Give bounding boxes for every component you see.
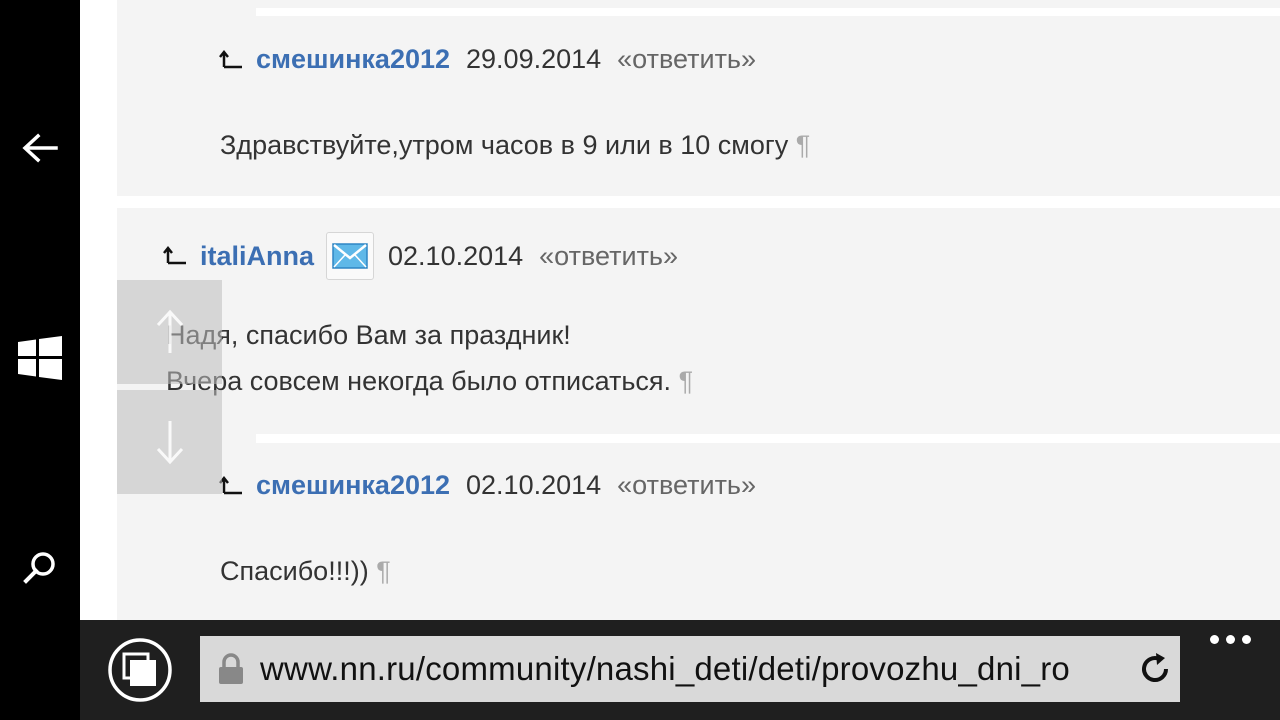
address-bar[interactable]: www.nn.ru/community/nashi_deti/deti/prov… [200, 636, 1180, 702]
scroll-down-button[interactable] [117, 390, 222, 494]
comment-date: 29.09.2014 [466, 44, 602, 74]
arrow-down-icon [156, 421, 183, 465]
comment-header: смешинка2012 29.09.2014 «ответить» [218, 44, 756, 75]
send-message-button[interactable] [326, 232, 375, 280]
comment-date: 02.10.2014 [466, 470, 602, 500]
comment-text: Спасибо!!!)) ¶ [220, 556, 391, 587]
comment-author[interactable]: смешинка2012 [256, 470, 450, 501]
reply-link[interactable]: «ответить» [617, 44, 756, 75]
comment-text-line: Вчера совсем некогда было отписаться. ¶ [166, 366, 693, 397]
comment-date: 02.10.2014 [388, 240, 524, 271]
comment-header: italiAnna 02.10.2014 «ответить» [162, 232, 678, 280]
reply-link[interactable]: «ответить» [539, 241, 678, 272]
comment-divider [256, 434, 1280, 443]
comment-line: Вчера совсем некогда было отписаться. [166, 366, 672, 396]
comment-divider [256, 8, 1280, 16]
comment-line: Спасибо!!!)) [220, 556, 369, 586]
more-button[interactable] [1204, 624, 1256, 654]
start-button[interactable] [0, 318, 80, 398]
back-arrow-icon [22, 133, 58, 163]
comment-text: Здравствуйте,утром часов в 9 или в 10 см… [220, 130, 810, 161]
tabs-button[interactable] [104, 634, 176, 706]
web-page: смешинка2012 29.09.2014 «ответить» Здрав… [80, 0, 1280, 620]
comment-author[interactable]: смешинка2012 [256, 44, 450, 75]
comment-text-line: Надя, спасибо Вам за праздник! [166, 320, 571, 351]
refresh-icon [1142, 653, 1169, 682]
more-icon [1241, 634, 1251, 644]
system-bar [0, 0, 80, 720]
scroll-up-button[interactable] [117, 280, 222, 384]
reply-link[interactable]: «ответить» [617, 470, 756, 501]
refresh-button[interactable] [1130, 636, 1180, 702]
lock-icon [219, 653, 243, 684]
search-button[interactable] [0, 528, 80, 608]
comment-block [117, 0, 1280, 196]
tabs-icon [108, 638, 172, 702]
comment-header: смешинка2012 02.10.2014 «ответить» [218, 470, 756, 501]
mail-icon [332, 243, 368, 269]
more-icon [1225, 634, 1235, 644]
comment-line: Надя, спасибо Вам за праздник! [166, 320, 571, 350]
permalink-mark[interactable]: ¶ [679, 366, 694, 396]
reply-arrow-icon [163, 245, 186, 265]
browser-bar: www.nn.ru/community/nashi_deti/deti/prov… [80, 620, 1280, 720]
search-icon [23, 552, 55, 584]
permalink-mark[interactable]: ¶ [376, 556, 391, 586]
permalink-mark[interactable]: ¶ [796, 130, 811, 160]
more-icon [1209, 634, 1219, 644]
url-text[interactable]: www.nn.ru/community/nashi_deti/deti/prov… [260, 650, 1130, 688]
windows-logo-icon [18, 336, 62, 380]
comment-line: Здравствуйте,утром часов в 9 или в 10 см… [220, 130, 789, 160]
back-button[interactable] [0, 108, 80, 188]
comment-author[interactable]: italiAnna [200, 241, 314, 272]
reply-arrow-icon [219, 49, 242, 68]
arrow-up-icon [156, 309, 183, 353]
